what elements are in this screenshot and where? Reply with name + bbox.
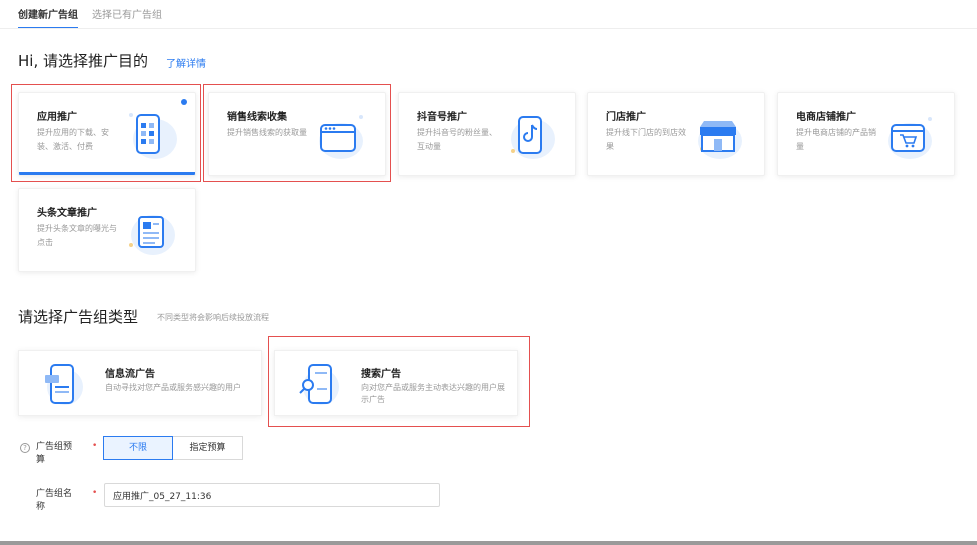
card-title: 电商店铺推广: [796, 112, 856, 123]
group-name-input[interactable]: [104, 483, 440, 507]
type-card-title: 信息流广告: [105, 369, 155, 380]
tab-create-new-group[interactable]: 创建新广告组: [18, 6, 78, 29]
card-desc: 提升应用的下载、安装、激活、付费: [37, 128, 109, 151]
tab-select-existing-group[interactable]: 选择已有广告组: [92, 6, 162, 29]
browser-window-icon: [309, 105, 371, 167]
card-title: 头条文章推广: [37, 208, 97, 219]
card-desc: 提升线下门店的到店效果: [606, 128, 686, 151]
storefront-icon: [688, 105, 750, 167]
shopping-cart-icon: [878, 105, 940, 167]
type-card-title: 搜索广告: [361, 369, 401, 380]
search-phone-icon: [297, 359, 341, 409]
budget-selector: 不限 指定预算: [103, 436, 243, 460]
help-icon[interactable]: ?: [20, 443, 30, 453]
card-title: 抖音号推广: [417, 112, 467, 123]
window-bottom-edge: [0, 541, 977, 545]
purpose-card-app[interactable]: 应用推广 提升应用的下载、安装、激活、付费: [18, 92, 196, 176]
adtype-card-search[interactable]: 搜索广告 向对您产品或服务主动表达兴趣的用户展示广告: [274, 350, 518, 416]
budget-label: 广告组预算: [36, 442, 73, 465]
selected-dot: [181, 99, 187, 105]
adtype-card-feed[interactable]: 信息流广告 自动寻找对您产品或服务感兴趣的用户: [18, 350, 262, 416]
purpose-card-article[interactable]: 头条文章推广 提升头条文章的曝光与点击: [18, 188, 196, 272]
tiktok-phone-icon: [499, 105, 561, 167]
budget-option-specified[interactable]: 指定预算: [173, 436, 243, 460]
card-title: 门店推广: [606, 112, 646, 123]
selected-bar: [19, 172, 195, 175]
adtype-heading: 请选择广告组类型: [18, 308, 139, 326]
adtype-note: 不同类型将会影响后续投放流程: [157, 313, 269, 322]
type-card-desc: 向对您产品或服务主动表达兴趣的用户展示广告: [361, 383, 505, 404]
type-card-desc: 自动寻找对您产品或服务感兴趣的用户: [105, 383, 241, 392]
purpose-card-douyin[interactable]: 抖音号推广 提升抖音号的粉丝量、互动量: [398, 92, 576, 176]
purpose-heading: Hi, 请选择推广目的: [18, 52, 148, 70]
tabs-divider: [0, 28, 977, 29]
purpose-card-store[interactable]: 门店推广 提升线下门店的到店效果: [587, 92, 765, 176]
card-desc: 提升电商店铺的产品销量: [796, 128, 876, 151]
purpose-card-ecommerce[interactable]: 电商店铺推广 提升电商店铺的产品销量: [777, 92, 955, 176]
purpose-card-leads[interactable]: 销售线索收集 提升销售线索的获取量: [208, 92, 386, 176]
name-label: 广告组名称: [36, 489, 73, 512]
card-title: 销售线索收集: [227, 112, 287, 123]
tab-bar: 创建新广告组 选择已有广告组: [18, 6, 162, 29]
card-title: 应用推广: [37, 112, 77, 123]
card-desc: 提升销售线索的获取量: [227, 128, 307, 137]
budget-option-unlimited[interactable]: 不限: [103, 436, 173, 460]
required-mark: •: [92, 488, 98, 498]
learn-more-link[interactable]: 了解详情: [166, 55, 206, 70]
card-desc: 提升头条文章的曝光与点击: [37, 224, 117, 247]
feed-phone-icon: [41, 359, 85, 409]
required-mark: •: [92, 441, 98, 451]
article-icon: [119, 201, 181, 263]
phone-app-icon: [119, 105, 181, 167]
card-desc: 提升抖音号的粉丝量、互动量: [417, 128, 497, 151]
